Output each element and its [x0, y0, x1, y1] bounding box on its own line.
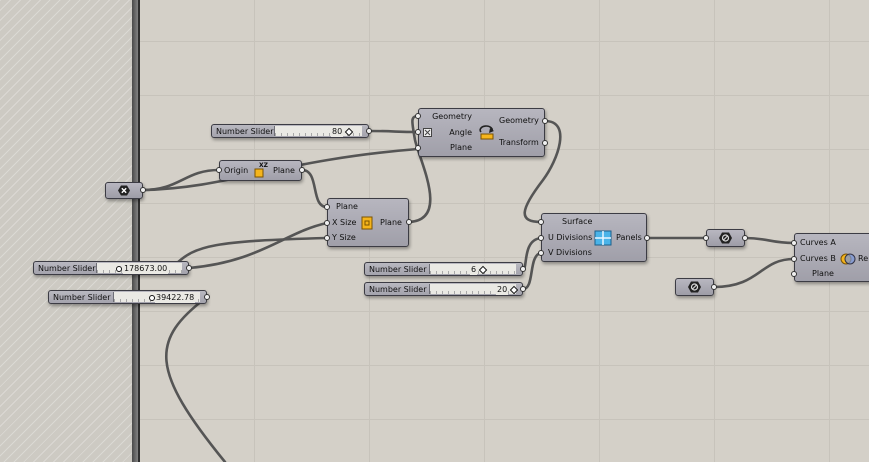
wire	[367, 129, 420, 134]
output-port[interactable]	[186, 265, 192, 271]
input-port[interactable]	[415, 145, 421, 151]
number-slider[interactable]: Number Slider 20	[364, 282, 523, 296]
output-port[interactable]	[711, 284, 717, 290]
output-port[interactable]	[520, 266, 526, 272]
wire-relay[interactable]	[706, 229, 745, 247]
input-plane[interactable]: Plane	[450, 143, 472, 153]
output-port[interactable]	[406, 219, 412, 225]
slider-label: Number Slider	[38, 264, 96, 273]
input-port[interactable]	[538, 250, 544, 256]
number-slider[interactable]: Number Slider 39422.78	[48, 290, 207, 304]
input-port[interactable]	[216, 167, 222, 173]
angle-param-icon	[423, 128, 432, 137]
slider-value: 6	[470, 264, 478, 275]
number-slider[interactable]: Number Slider 80	[211, 124, 369, 138]
slider-value: 20	[496, 284, 509, 295]
rectangle-icon	[361, 216, 373, 230]
slider-track[interactable]: 6	[429, 264, 516, 275]
panels-component[interactable]: Surface U Divisions V Divisions Panels	[541, 213, 647, 262]
output-transform[interactable]: Transform	[499, 138, 539, 148]
output-port[interactable]	[204, 294, 210, 300]
output-region[interactable]: Re	[858, 254, 868, 264]
input-origin[interactable]: Origin	[224, 166, 248, 176]
input-plane[interactable]: Plane	[336, 202, 358, 212]
wire	[173, 236, 329, 267]
region-component[interactable]: Curves A Curves B Plane Re	[794, 233, 869, 282]
input-port[interactable]	[791, 271, 797, 277]
input-port[interactable]	[538, 219, 544, 225]
rotate-component[interactable]: Geometry Angle Plane Geometry Transform	[418, 108, 545, 157]
output-port[interactable]	[366, 128, 372, 134]
wire	[300, 168, 329, 209]
slider-label: Number Slider	[369, 265, 427, 274]
slider-track[interactable]: 178673.00	[96, 263, 182, 274]
panels-icon	[594, 230, 612, 246]
input-port[interactable]	[703, 235, 709, 241]
slider-value: 80	[331, 126, 344, 137]
input-port[interactable]	[415, 113, 421, 119]
slider-label: Number Slider	[369, 285, 427, 294]
slider-value: 39422.78	[155, 292, 196, 303]
input-y-size[interactable]: Y Size	[332, 233, 356, 243]
input-x-size[interactable]: X Size	[332, 218, 356, 228]
input-geometry[interactable]: Geometry	[432, 112, 472, 122]
output-port[interactable]	[742, 235, 748, 241]
input-surface[interactable]: Surface	[562, 217, 592, 227]
wire	[164, 295, 227, 462]
number-slider[interactable]: Number Slider 178673.00	[33, 261, 189, 275]
input-port[interactable]	[538, 235, 544, 241]
slider-track[interactable]: 80	[274, 126, 362, 137]
output-port[interactable]	[140, 187, 146, 193]
input-port[interactable]	[791, 256, 797, 262]
output-plane[interactable]: Plane	[273, 166, 295, 176]
input-plane[interactable]: Plane	[812, 269, 834, 279]
output-plane[interactable]: Plane	[380, 218, 402, 228]
rectangle-component[interactable]: Plane X Size Y Size Plane	[327, 198, 409, 247]
slider-track[interactable]: 39422.78	[113, 292, 200, 303]
hexagon-x-icon	[118, 185, 130, 196]
wire	[743, 236, 796, 245]
input-u-divisions[interactable]: U Divisions	[548, 233, 592, 243]
slider-value: 178673.00	[123, 263, 169, 274]
output-port[interactable]	[644, 235, 650, 241]
slider-grip[interactable]	[478, 265, 488, 275]
input-port[interactable]	[324, 204, 330, 210]
input-curves-a[interactable]: Curves A	[800, 238, 836, 248]
input-curves-b[interactable]: Curves B	[800, 254, 836, 264]
output-port[interactable]	[542, 140, 548, 146]
output-geometry[interactable]: Geometry	[499, 116, 539, 126]
hexagon-x-relay[interactable]	[105, 182, 143, 199]
input-v-divisions[interactable]: V Divisions	[548, 248, 592, 258]
output-panels[interactable]: Panels	[616, 233, 642, 243]
relay-icon	[688, 281, 701, 293]
relay-icon	[719, 232, 732, 244]
output-port[interactable]	[542, 118, 548, 124]
slider-grip[interactable]	[116, 266, 122, 272]
xz-plane-component[interactable]: Origin Plane XZ	[219, 160, 302, 181]
input-port[interactable]	[324, 235, 330, 241]
output-port[interactable]	[299, 167, 305, 173]
rotate-icon	[479, 125, 494, 140]
slider-track[interactable]: 20	[429, 284, 519, 295]
input-angle[interactable]: Angle	[449, 128, 472, 138]
wire-relay[interactable]	[675, 278, 714, 296]
slider-label: Number Slider	[53, 293, 111, 302]
output-port[interactable]	[520, 286, 526, 292]
input-port[interactable]	[791, 240, 797, 246]
xz-plane-icon: XZ	[254, 162, 269, 178]
slider-label: Number Slider	[216, 127, 274, 136]
slider-grip[interactable]	[509, 285, 519, 295]
xz-icon-label: XZ	[259, 162, 269, 169]
slider-grip[interactable]	[344, 127, 354, 137]
number-slider[interactable]: Number Slider 6	[364, 262, 523, 276]
input-port[interactable]	[324, 220, 330, 226]
wire	[712, 257, 796, 289]
region-icon	[840, 253, 856, 265]
input-port[interactable]	[415, 129, 421, 135]
